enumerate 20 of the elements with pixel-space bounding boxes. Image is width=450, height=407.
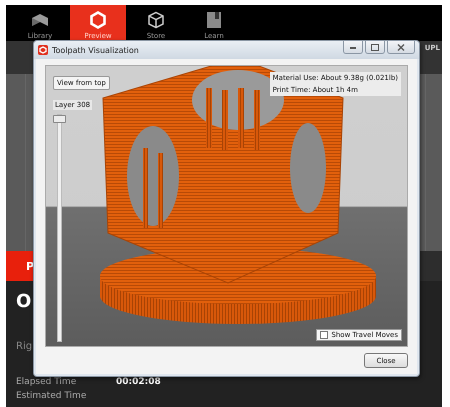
panel-subtitle: Rig xyxy=(16,341,32,353)
stacked-books-icon xyxy=(31,13,49,29)
panel-tab[interactable]: P xyxy=(6,251,34,281)
hexagon-logo-icon xyxy=(89,11,107,29)
close-icon xyxy=(397,44,405,50)
stat-label: Estimated Time xyxy=(16,391,88,402)
minimize-button[interactable] xyxy=(343,41,363,54)
close-button[interactable] xyxy=(387,41,415,54)
window-title: Toolpath Visualization xyxy=(52,46,140,54)
cube-icon xyxy=(147,11,165,29)
maximize-button[interactable] xyxy=(365,41,385,54)
maximize-icon xyxy=(371,44,379,50)
stat-label: Elapsed Time xyxy=(16,377,78,388)
panel-heading: O xyxy=(16,291,32,313)
minimize-icon xyxy=(349,44,357,50)
stat-value: 00:02:08 xyxy=(116,377,161,388)
app-icon xyxy=(38,45,48,55)
travel-moves-checkbox[interactable] xyxy=(320,331,328,339)
book-icon xyxy=(206,11,222,29)
layer-slider-thumb[interactable] xyxy=(53,115,66,123)
